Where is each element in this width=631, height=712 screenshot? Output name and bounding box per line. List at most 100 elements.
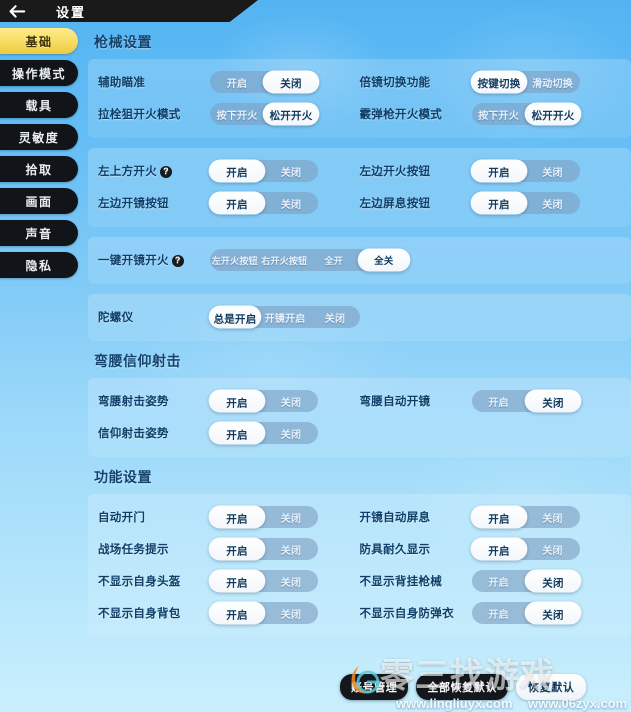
- segment-option[interactable]: 开启: [472, 390, 526, 412]
- setting-label-text: 信仰射击姿势: [98, 428, 169, 440]
- section-title: 弯腰信仰射击: [94, 353, 181, 369]
- segment-option[interactable]: 开启: [208, 601, 266, 625]
- segmented-control[interactable]: 按下开火 松开开火: [210, 102, 320, 126]
- segmented-control[interactable]: 开启 关闭: [208, 601, 318, 625]
- segment-option[interactable]: 关闭: [264, 602, 318, 624]
- segment-option[interactable]: 开启: [472, 602, 526, 624]
- settings-row: 陀螺仪 总是开启 开镜开启 关闭: [98, 301, 621, 333]
- segment-option[interactable]: 关闭: [526, 192, 580, 214]
- segmented-control[interactable]: 开启 关闭: [208, 537, 318, 561]
- segmented-control[interactable]: 开启 关闭: [470, 537, 580, 561]
- segment-option[interactable]: 全关: [357, 248, 410, 272]
- segment-option[interactable]: 关闭: [524, 569, 581, 593]
- setting-label-text: 一键开镜开火: [98, 255, 169, 267]
- segment-option[interactable]: 关闭: [264, 570, 318, 592]
- segment-option[interactable]: 关闭: [524, 389, 581, 413]
- segmented-control[interactable]: 开启 关闭: [471, 389, 581, 413]
- setting-item: 防具耐久显示 开启 关闭: [360, 537, 622, 561]
- setting-item: 弯腰自动开镜 开启 关闭: [360, 389, 622, 413]
- segment-option[interactable]: 按下开火: [472, 103, 526, 125]
- segment-option[interactable]: 总是开启: [208, 305, 262, 329]
- sidebar-item-3[interactable]: 灵敏度: [0, 124, 78, 150]
- back-button[interactable]: [0, 0, 34, 22]
- sidebar-item-6[interactable]: 声音: [0, 220, 78, 246]
- setting-item: 左边开火按钮 开启 关闭: [359, 159, 622, 183]
- segmented-control[interactable]: 开启 关闭: [208, 191, 318, 215]
- segment-option[interactable]: 开镜开启: [260, 306, 310, 328]
- segment-option[interactable]: 开启: [208, 159, 266, 183]
- segment-option[interactable]: 滑动切换: [526, 71, 580, 93]
- segment-option[interactable]: 关闭: [264, 538, 318, 560]
- sidebar-item-2[interactable]: 载具: [0, 92, 78, 118]
- setting-label-text: 左边开镜按钮: [98, 198, 169, 210]
- segmented-control[interactable]: 开启 关闭: [471, 569, 581, 593]
- account-management-button[interactable]: 账号管理: [340, 674, 409, 700]
- setting-item: 左边屏息按钮 开启 关闭: [360, 191, 622, 215]
- segment-option[interactable]: 开启: [208, 505, 266, 529]
- segmented-control[interactable]: 按键切换 滑动切换: [470, 70, 580, 94]
- segmented-control[interactable]: 开启 关闭: [470, 505, 580, 529]
- segmented-control[interactable]: 按下开火 松开开火: [471, 102, 581, 126]
- segment-option[interactable]: 按下开火: [210, 103, 264, 125]
- segmented-control[interactable]: 开启 关闭: [208, 569, 318, 593]
- segmented-control[interactable]: 总是开启 开镜开启 关闭: [208, 305, 360, 329]
- reset-defaults-button[interactable]: 恢复默认: [516, 674, 587, 700]
- sidebar-item-0[interactable]: 基础: [0, 28, 78, 54]
- setting-label-text: 弯腰射击姿势: [98, 396, 169, 408]
- segment-option[interactable]: 松开开火: [262, 102, 320, 126]
- segmented-control[interactable]: 开启 关闭: [208, 159, 318, 183]
- reset-all-defaults-button[interactable]: 全部恢复默认: [416, 674, 509, 700]
- segment-option[interactable]: 开启: [208, 569, 266, 593]
- segment-option[interactable]: 开启: [208, 421, 266, 445]
- segment-option[interactable]: 关闭: [526, 538, 580, 560]
- sidebar-item-1[interactable]: 操作模式: [0, 60, 78, 86]
- segment-option[interactable]: 开启: [208, 389, 266, 413]
- segment-option[interactable]: 关闭: [264, 506, 318, 528]
- segment-option[interactable]: 关闭: [264, 390, 318, 412]
- settings-row: 辅助瞄准 开启 关闭 倍镜切换功能 按键切换 滑动切换: [98, 66, 621, 98]
- segment-option[interactable]: 关闭: [264, 422, 318, 444]
- segment-option[interactable]: 按键切换: [470, 70, 527, 94]
- setting-label-text: 霰弹枪开火模式: [359, 109, 443, 121]
- segmented-control[interactable]: 开启 关闭: [210, 70, 320, 94]
- segment-option[interactable]: 开启: [208, 191, 266, 215]
- segment-option[interactable]: 松开开火: [524, 102, 581, 126]
- sidebar-item-5[interactable]: 画面: [0, 188, 78, 214]
- segmented-control[interactable]: 开启 关闭: [208, 505, 318, 529]
- segmented-control[interactable]: 开启 关闭: [470, 159, 580, 183]
- segment-option[interactable]: 左开火按钮: [210, 249, 260, 271]
- sidebar-item-7[interactable]: 隐私: [0, 252, 78, 278]
- segment-option[interactable]: 关闭: [526, 506, 580, 528]
- segmented-control[interactable]: 开启 关闭: [208, 421, 318, 445]
- setting-item: 陀螺仪 总是开启 开镜开启 关闭: [98, 305, 621, 329]
- segment-option[interactable]: 关闭: [264, 160, 318, 182]
- segment-option[interactable]: 关闭: [310, 306, 360, 328]
- segment-option[interactable]: 关闭: [524, 601, 581, 625]
- sidebar-item-4[interactable]: 拾取: [0, 156, 78, 182]
- segment-option[interactable]: 开启: [470, 191, 527, 215]
- setting-label: 自动开门: [98, 509, 210, 525]
- segmented-control[interactable]: 开启 关闭: [208, 389, 318, 413]
- setting-label-text: 左边开火按钮: [359, 166, 431, 178]
- segment-option[interactable]: 关闭: [526, 160, 580, 182]
- segmented-control[interactable]: 左开火按钮 右开火按钮 全开 全关: [210, 248, 410, 272]
- segmented-control[interactable]: 开启 关闭: [470, 191, 580, 215]
- section-title: 枪械设置: [94, 34, 152, 50]
- help-question-icon[interactable]: ?: [171, 254, 184, 267]
- help-question-icon[interactable]: ?: [160, 165, 172, 178]
- segment-option[interactable]: 右开火按钮: [260, 249, 310, 271]
- segment-option[interactable]: 开启: [470, 537, 527, 561]
- segment-option[interactable]: 全开: [309, 249, 359, 271]
- segmented-control[interactable]: 开启 关闭: [471, 601, 581, 625]
- segment-option[interactable]: 开启: [208, 537, 266, 561]
- setting-label-text: 左上方开火: [98, 166, 157, 178]
- segment-option[interactable]: 关闭: [264, 192, 318, 214]
- segment-option[interactable]: 开启: [210, 71, 264, 93]
- settings-sidebar: 基础操作模式载具灵敏度拾取画面声音隐私: [0, 28, 78, 278]
- segment-option[interactable]: 开启: [470, 505, 527, 529]
- settings-row: 左上方开火? 开启 关闭 左边开火按钮 开启 关闭: [98, 155, 621, 187]
- settings-row: 一键开镜开火? 左开火按钮 右开火按钮 全开 全关: [98, 244, 621, 276]
- segment-option[interactable]: 关闭: [262, 70, 320, 94]
- segment-option[interactable]: 开启: [472, 570, 526, 592]
- segment-option[interactable]: 开启: [470, 159, 527, 183]
